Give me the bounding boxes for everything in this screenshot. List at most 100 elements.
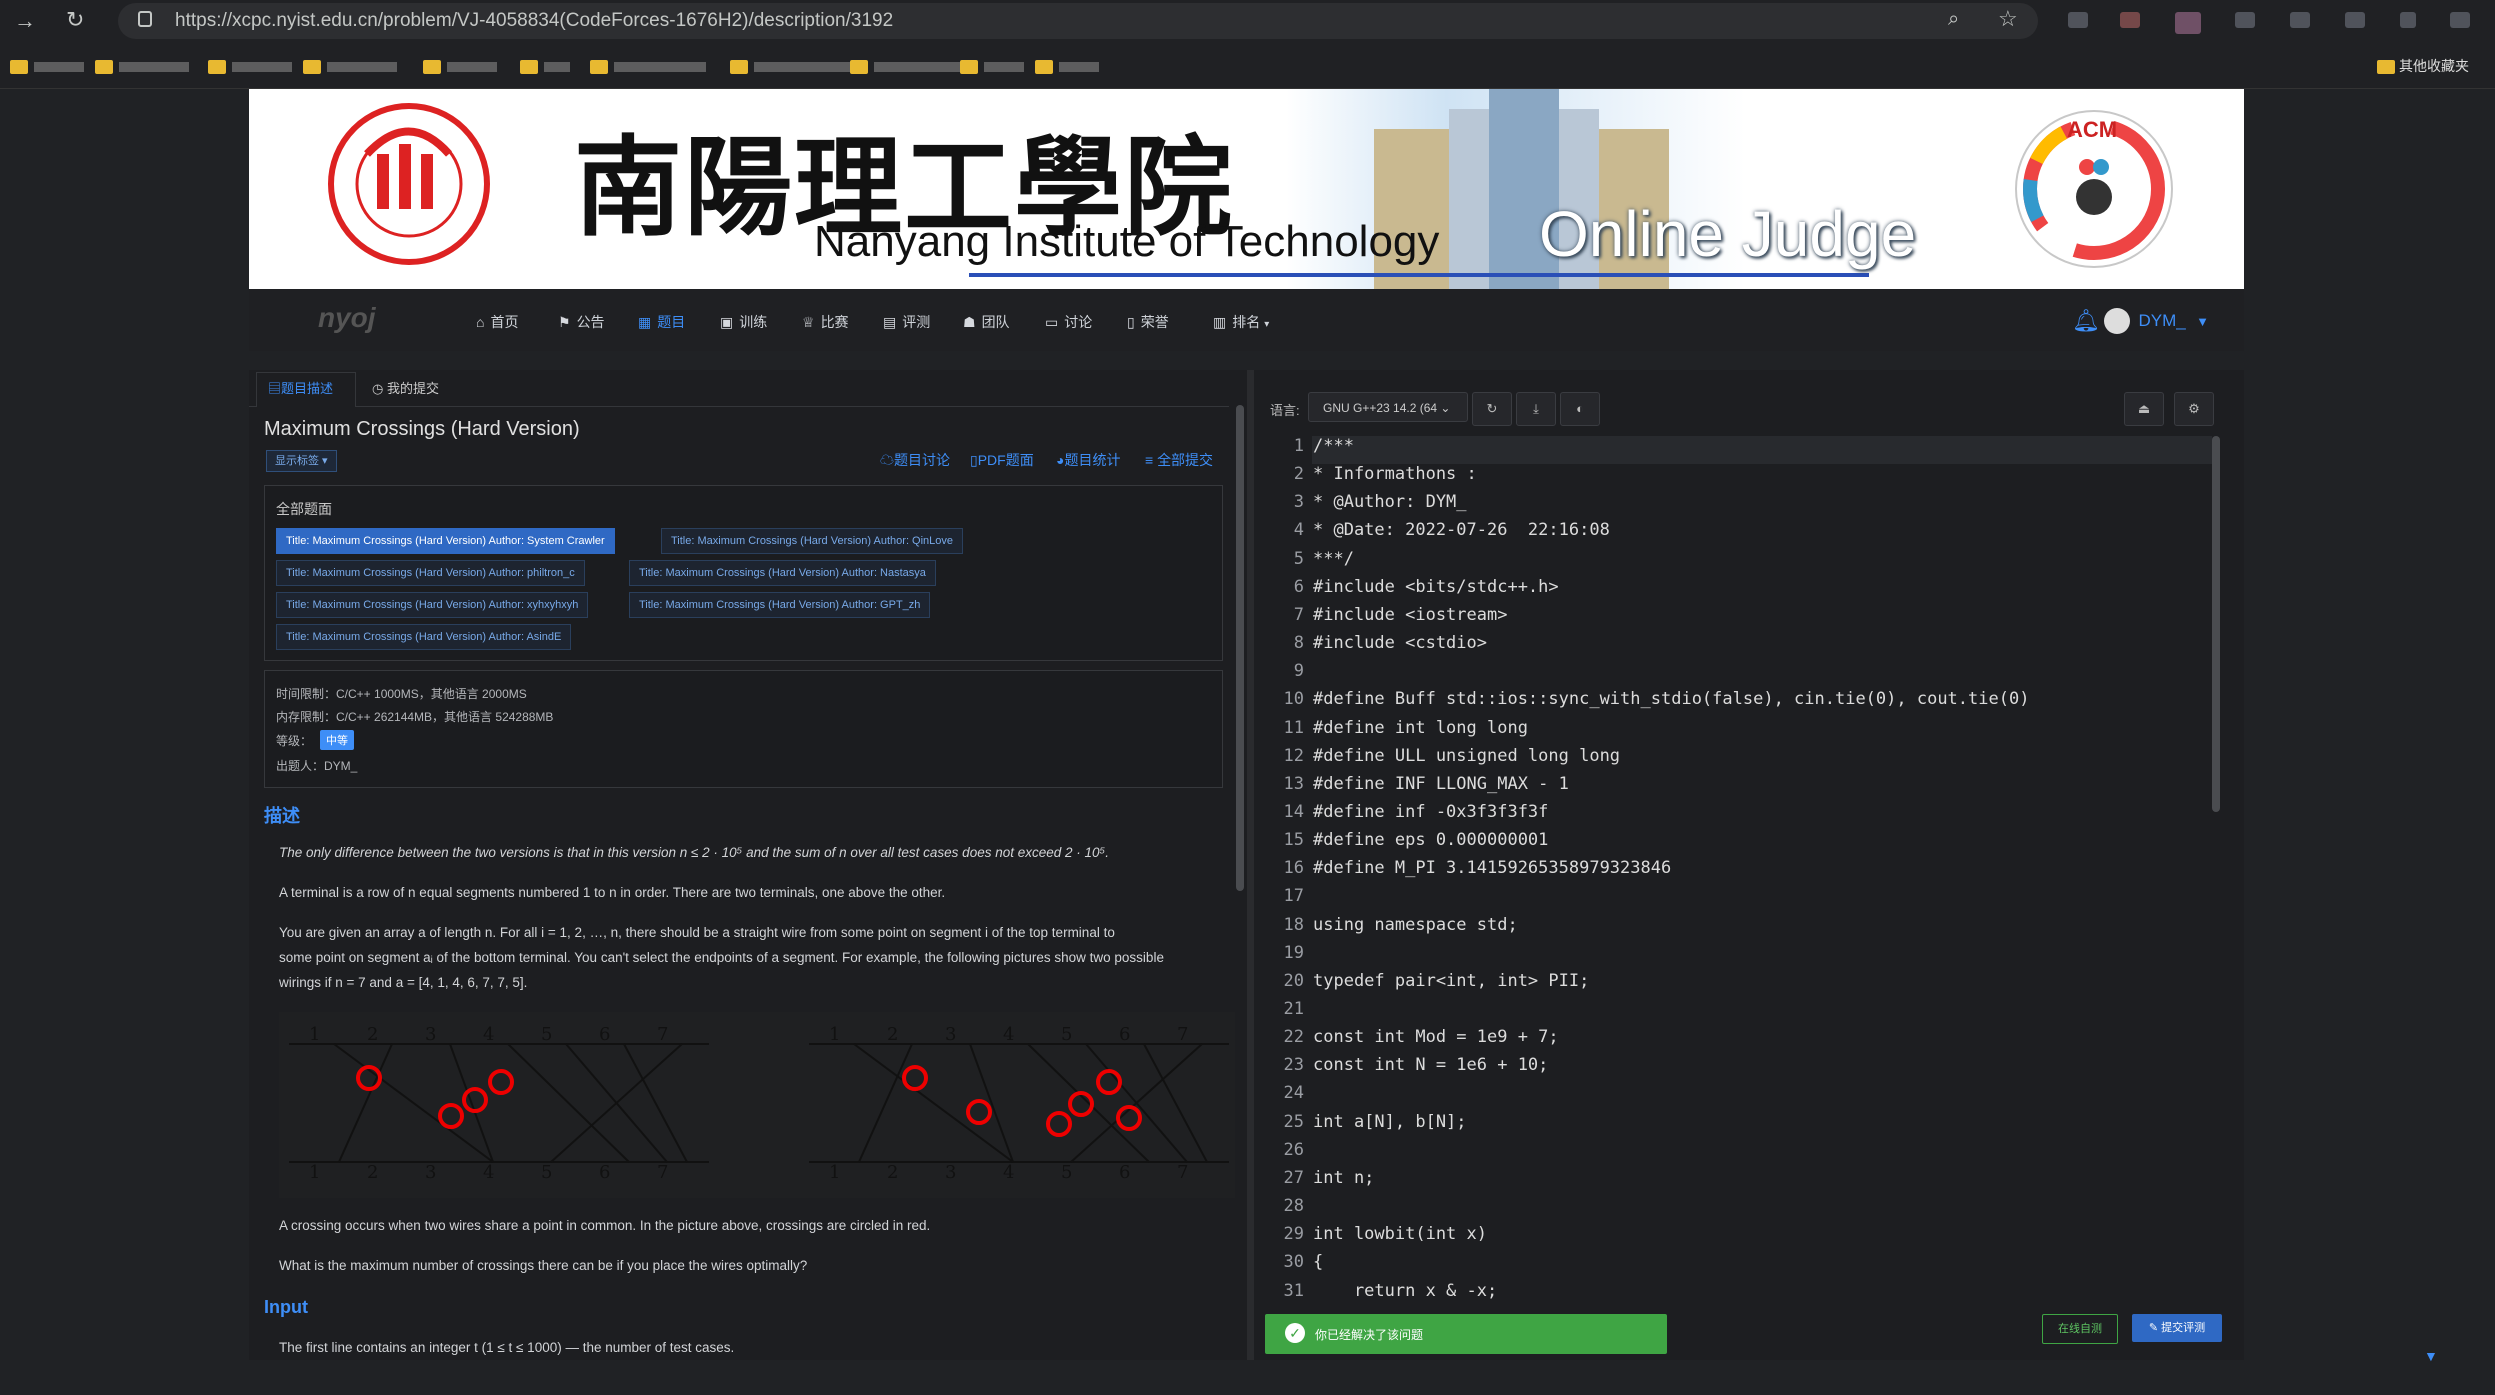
link-pdf[interactable]: ▯PDF题面 bbox=[970, 450, 1034, 470]
terminal-number: 1 bbox=[309, 1162, 320, 1183]
bookmark-item[interactable] bbox=[208, 58, 292, 74]
code-line: const int N = 1e6 + 10; bbox=[1313, 1055, 1549, 1076]
tab-my-submissions[interactable]: ◷ 我的提交 bbox=[372, 378, 439, 397]
language-label: 语言: bbox=[1270, 403, 1300, 418]
code-line: int a[N], b[N]; bbox=[1313, 1111, 1467, 1132]
line-number: 19 bbox=[1283, 942, 1304, 963]
terminal-number: 5 bbox=[1061, 1162, 1072, 1183]
site-logo[interactable]: nyoj bbox=[318, 302, 376, 334]
desc-paragraph-3c: wirings if n = 7 and a = [4, 1, 4, 6, 7,… bbox=[279, 975, 528, 990]
scroll-down-icon[interactable]: ▼ bbox=[2424, 1348, 2438, 1364]
extension-icon[interactable] bbox=[2450, 12, 2470, 28]
extension-icon[interactable] bbox=[2235, 12, 2255, 28]
statement-chip[interactable]: Title: Maximum Crossings (Hard Version) … bbox=[629, 592, 931, 618]
desc-paragraph-3b: some point on segment aᵢ of the bottom t… bbox=[279, 950, 1164, 965]
memory-limit: 内存限制：C/C++ 262144MB，其他语言 524288MB bbox=[276, 710, 554, 724]
statement-chip[interactable]: Title: Maximum Crossings (Hard Version) … bbox=[276, 528, 615, 554]
nav-judge[interactable]: ▤ 评测 bbox=[883, 312, 930, 332]
nav-problems[interactable]: ▦ 题目 bbox=[638, 312, 685, 332]
chevron-down-icon: ▾ bbox=[1264, 319, 1270, 330]
line-number: 22 bbox=[1283, 1027, 1304, 1048]
bookmark-item[interactable] bbox=[520, 58, 570, 74]
nav-discuss[interactable]: ▭ 讨论 bbox=[1045, 312, 1092, 332]
extension-icon[interactable] bbox=[2120, 12, 2140, 28]
bookmark-item[interactable] bbox=[10, 58, 84, 74]
nav-honor-label: 荣誉 bbox=[1140, 314, 1169, 330]
code-line: #define int long long bbox=[1313, 717, 1528, 738]
nav-announcement[interactable]: ⚑ 公告 bbox=[558, 312, 605, 332]
bell-icon[interactable]: 🔔︎ bbox=[2072, 308, 2100, 334]
line-number: 6 bbox=[1293, 576, 1304, 597]
nav-team[interactable]: ☗ 团队 bbox=[963, 312, 1010, 332]
code-line: #define INF LLONG_MAX - 1 bbox=[1313, 773, 1569, 794]
comments-icon: ☁ bbox=[880, 452, 894, 468]
submit-button[interactable]: ✎ 提交评测 bbox=[2132, 1314, 2222, 1342]
line-number: 8 bbox=[1293, 633, 1304, 654]
nav-ranking[interactable]: ▥ 排名 ▾ bbox=[1213, 312, 1269, 332]
bookmark-item[interactable] bbox=[423, 58, 497, 74]
editor-scrollbar[interactable] bbox=[2212, 436, 2220, 812]
link-stats[interactable]: ◕题目统计 bbox=[1056, 450, 1120, 470]
bookmark-item[interactable] bbox=[960, 58, 1024, 74]
other-bookmarks-label: 其他收藏夹 bbox=[2399, 58, 2469, 74]
bookmark-star-icon[interactable]: ☆ bbox=[1998, 6, 2018, 32]
bookmark-item[interactable] bbox=[590, 58, 706, 74]
forward-icon[interactable]: → bbox=[14, 8, 36, 34]
self-test-button[interactable]: 在线自测 bbox=[2042, 1314, 2118, 1344]
line-number: 15 bbox=[1283, 830, 1304, 851]
line-number: 31 bbox=[1283, 1280, 1304, 1301]
nav-contest[interactable]: ♕ 比赛 bbox=[802, 312, 849, 332]
user-menu[interactable]: DYM_ ▼ bbox=[2104, 308, 2209, 334]
crossing-marker bbox=[1096, 1069, 1122, 1095]
terminal-number: 4 bbox=[483, 1162, 494, 1183]
statement-chip[interactable]: Title: Maximum Crossings (Hard Version) … bbox=[276, 624, 572, 650]
list-icon: ≡ bbox=[1145, 452, 1154, 468]
bookmark-item[interactable] bbox=[850, 58, 964, 74]
doc-icon: ▤ bbox=[268, 381, 282, 396]
bookmark-item[interactable] bbox=[95, 58, 189, 74]
bookmark-item[interactable] bbox=[1035, 58, 1099, 74]
statement-chip[interactable]: Title: Maximum Crossings (Hard Version) … bbox=[276, 592, 589, 618]
trophy-icon: ♕ bbox=[802, 314, 815, 330]
bookmark-item[interactable] bbox=[730, 58, 850, 74]
line-number: 3 bbox=[1293, 492, 1304, 513]
terminal-number: 3 bbox=[425, 1024, 436, 1045]
left-scrollbar[interactable] bbox=[1236, 405, 1244, 891]
code-line: #define ULL unsigned long long bbox=[1313, 745, 1621, 766]
language-select[interactable]: GNU G++23 14.2 (64 ⌄ bbox=[1308, 392, 1468, 422]
link-discuss[interactable]: ☁题目讨论 bbox=[880, 450, 950, 470]
show-tags-button[interactable]: 显示标签 ▾ bbox=[266, 450, 337, 472]
statement-chip[interactable]: Title: Maximum Crossings (Hard Version) … bbox=[629, 560, 936, 586]
extension-icon[interactable] bbox=[2175, 12, 2201, 34]
theme-button[interactable]: ◐ bbox=[1560, 392, 1600, 426]
code-line: #define Buff std::ios::sync_with_stdio(f… bbox=[1313, 689, 2030, 710]
site-banner: 南陽理工學院 Nanyang Institute of Technology O… bbox=[249, 89, 2244, 289]
other-bookmarks[interactable]: 其他收藏夹 bbox=[2377, 56, 2469, 76]
extension-icon[interactable] bbox=[2345, 12, 2365, 28]
statement-chip[interactable]: Title: Maximum Crossings (Hard Version) … bbox=[276, 560, 585, 586]
code-line: * @Author: DYM_ bbox=[1313, 492, 1467, 513]
reset-button[interactable]: ↻ bbox=[1472, 392, 1512, 426]
line-number: 5 bbox=[1293, 548, 1304, 569]
nav-honor[interactable]: ▯ 荣誉 bbox=[1127, 312, 1169, 332]
url-text[interactable]: https://xcpc.nyist.edu.cn/problem/VJ-405… bbox=[175, 10, 893, 32]
extension-icon[interactable] bbox=[2290, 12, 2310, 28]
nav-training[interactable]: ▣ 训练 bbox=[720, 312, 767, 332]
section-description: 描述 bbox=[264, 806, 300, 826]
zoom-icon[interactable]: ⌕ bbox=[1948, 8, 1959, 31]
settings-button[interactable]: ⚙ bbox=[2174, 392, 2214, 426]
nav-home[interactable]: ⌂ 首页 bbox=[476, 312, 518, 332]
reload-icon[interactable]: ↻ bbox=[66, 7, 84, 33]
link-all-submissions[interactable]: ≡ 全部提交 bbox=[1145, 450, 1213, 470]
statement-chip[interactable]: Title: Maximum Crossings (Hard Version) … bbox=[661, 528, 964, 554]
terminal-number: 6 bbox=[1119, 1162, 1130, 1183]
extension-icon[interactable] bbox=[2068, 12, 2088, 28]
book-icon: ▣ bbox=[720, 314, 734, 330]
line-number: 30 bbox=[1283, 1252, 1304, 1273]
terminal-number: 7 bbox=[1177, 1024, 1188, 1045]
download-button[interactable]: ⤓ bbox=[1516, 392, 1556, 426]
edit-icon: ✎ bbox=[2148, 1322, 2159, 1334]
extension-icon[interactable] bbox=[2400, 12, 2416, 28]
bookmark-item[interactable] bbox=[303, 58, 397, 74]
upload-button[interactable]: ⏏ bbox=[2124, 392, 2164, 426]
